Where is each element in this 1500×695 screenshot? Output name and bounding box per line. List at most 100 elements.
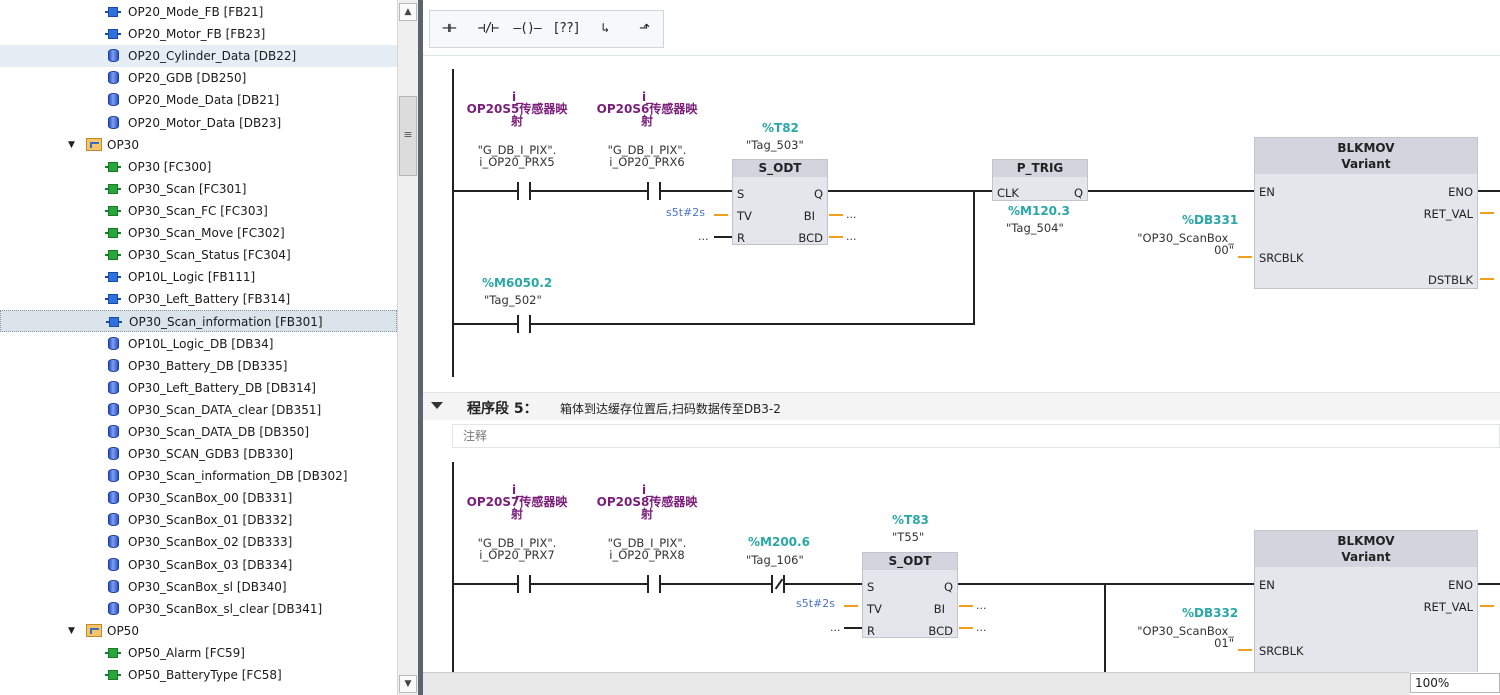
editor-hscrollbar[interactable] bbox=[423, 672, 1410, 695]
tree-item-label: OP30_Scan_DATA_DB [DB350] bbox=[128, 424, 310, 439]
coil-button[interactable]: –()– bbox=[510, 13, 544, 45]
power-rail-5 bbox=[452, 462, 454, 672]
no-contact-button[interactable]: ⊣⊢ bbox=[432, 13, 466, 45]
n5-no-contact-1[interactable] bbox=[505, 575, 543, 593]
n5-nc-contact-3[interactable] bbox=[759, 575, 797, 593]
network-5-title: 程序段 5： bbox=[467, 401, 538, 417]
tree-item[interactable]: OP30_Scan_DATA_clear [DB351] bbox=[0, 399, 397, 421]
network-4: i_ OP20S5传感器映射 "G_DB_I_PIX". i_OP20_PRX5 i… bbox=[452, 57, 1500, 392]
tree-item[interactable]: OP30_Scan_information [FB301] bbox=[0, 310, 397, 333]
network-5-comment[interactable]: 注释 bbox=[452, 424, 1500, 448]
tree-item-label: OP20_Mode_FB [FB21] bbox=[128, 5, 264, 19]
no-contact-2[interactable] bbox=[635, 182, 673, 200]
tree-item[interactable]: OP30_ScanBox_sl_clear [DB341] bbox=[0, 598, 397, 620]
tree-item[interactable]: OP20_Motor_Data [DB23] bbox=[0, 112, 397, 134]
n5-blkmov-block[interactable]: BLKMOV Variant EN ENO RET_VAL SRCBLK bbox=[1254, 530, 1478, 672]
no-contact-1[interactable] bbox=[505, 182, 543, 200]
tree-item[interactable]: OP30_ScanBox_03 [DB334] bbox=[0, 554, 397, 576]
tree-item[interactable]: OP30_Scan [FC301] bbox=[0, 178, 397, 200]
tree-item[interactable]: OP20_GDB [DB250] bbox=[0, 67, 397, 89]
tree-item[interactable]: ▼ OP50 bbox=[0, 620, 397, 642]
tree-item[interactable]: OP30_Scan_information_DB [DB302] bbox=[0, 465, 397, 487]
open-branch-button[interactable]: ↳ bbox=[588, 13, 622, 45]
n5-s-odt-block[interactable]: S_ODT S Q TV BI R BCD bbox=[862, 552, 958, 638]
n5-contact-2-symbol: i_ OP20S8传感器映射 bbox=[596, 483, 698, 521]
n5-timer-tv-value[interactable]: s5t#2s bbox=[796, 598, 835, 610]
tree-item[interactable]: OP10L_Logic_DB [DB34] bbox=[0, 333, 397, 355]
tree-item[interactable]: OP30_Left_Battery [FB314] bbox=[0, 288, 397, 310]
tree-item-label: OP20_GDB [DB250] bbox=[128, 71, 247, 86]
n5-timer-name: "T55" bbox=[892, 530, 925, 544]
favorites-group: ⊣⊢ ⊣/⊢ –()– [??] ↳ ⬏ bbox=[429, 10, 664, 48]
s-odt-block[interactable]: S_ODT S Q TV BI R BCD bbox=[732, 159, 828, 245]
tree-item[interactable]: OP50_BatteryType [FC58] bbox=[0, 664, 397, 686]
tree-item[interactable]: OP30_Scan_Status [FC304] bbox=[0, 244, 397, 266]
scroll-down-button[interactable]: ▼ bbox=[399, 675, 417, 693]
tree-item-label: OP30_ScanBox_sl_clear [DB341] bbox=[128, 601, 323, 616]
p-trig-tag: %M120.3 bbox=[1008, 204, 1070, 218]
tree-item[interactable]: OP30_Battery_DB [DB335] bbox=[0, 355, 397, 377]
nc-contact-button[interactable]: ⊣/⊢ bbox=[471, 13, 505, 45]
data-block-icon bbox=[108, 491, 119, 505]
data-block-icon bbox=[108, 380, 119, 394]
tree-item[interactable]: OP20_Cylinder_Data [DB22] bbox=[0, 45, 397, 68]
expand-toggle-icon[interactable]: ▼ bbox=[68, 134, 75, 156]
function-icon bbox=[105, 670, 121, 680]
tree-item[interactable]: OP20_Mode_Data [DB21] bbox=[0, 89, 397, 111]
tree-item-label: OP50_Alarm [FC59] bbox=[128, 645, 245, 660]
tree-item-label: OP30_ScanBox_02 [DB333] bbox=[128, 535, 293, 550]
scroll-thumb[interactable]: ≡ bbox=[399, 96, 417, 176]
tree-item[interactable]: OP30_ScanBox_00 [DB331] bbox=[0, 487, 397, 509]
tree-item-label: OP10L_Logic_DB [DB34] bbox=[128, 336, 274, 351]
tree-scrollbar[interactable]: ▲ ≡ ▼ bbox=[397, 0, 418, 695]
tree-item[interactable]: OP30_Scan_DATA_DB [DB350] bbox=[0, 421, 397, 443]
tree-item[interactable]: OP30_ScanBox_02 [DB333] bbox=[0, 531, 397, 553]
contact-3-name: "Tag_502" bbox=[484, 293, 542, 307]
tree-item[interactable]: ▼ OP30 bbox=[0, 134, 397, 156]
n5-no-contact-2[interactable] bbox=[635, 575, 673, 593]
splitter[interactable] bbox=[418, 0, 423, 695]
data-block-icon bbox=[108, 535, 119, 549]
tree-item[interactable]: OP30 [FC300] bbox=[0, 156, 397, 178]
contact-1-address: "G_DB_I_PIX". i_OP20_PRX5 bbox=[477, 143, 557, 169]
function-icon bbox=[105, 205, 121, 216]
expand-toggle-icon[interactable]: ▼ bbox=[68, 620, 75, 642]
tree-item-label: OP30_Left_Battery [FB314] bbox=[128, 292, 291, 307]
scroll-up-button[interactable]: ▲ bbox=[399, 3, 417, 21]
data-block-icon bbox=[108, 579, 119, 593]
network-5-description[interactable]: 箱体到达缓存位置后,扫码数据传至DB3-2 bbox=[560, 400, 781, 417]
n5-contact-1-address: "G_DB_I_PIX". i_OP20_PRX7 bbox=[477, 536, 557, 562]
p-trig-block[interactable]: P_TRIG CLK Q bbox=[992, 159, 1088, 201]
collapse-icon[interactable] bbox=[431, 402, 443, 409]
zoom-field[interactable]: 100% bbox=[1410, 673, 1500, 693]
tree-item-label: OP30_Scan_Status [FC304] bbox=[128, 248, 291, 263]
tree-item[interactable]: OP20_Motor_FB [FB23] bbox=[0, 23, 397, 45]
no-contact-3[interactable] bbox=[505, 315, 543, 333]
data-block-icon bbox=[108, 49, 119, 63]
tree-item[interactable]: OP50_Alarm [FC59] bbox=[0, 642, 397, 664]
tree-item[interactable]: OP30_SCAN_GDB3 [DB330] bbox=[0, 443, 397, 465]
tree-item[interactable]: OP30_ScanBox_01 [DB332] bbox=[0, 509, 397, 531]
data-block-icon bbox=[108, 469, 119, 483]
folder-icon bbox=[86, 623, 102, 637]
tree-item[interactable]: OP30_ScanBox_sl [DB340] bbox=[0, 576, 397, 598]
tree-item-label: OP30 [FC300] bbox=[128, 159, 212, 174]
tree-item-label: OP20_Motor_Data [DB23] bbox=[128, 115, 282, 130]
close-branch-button[interactable]: ⬏ bbox=[627, 13, 661, 45]
p-trig-name: "Tag_504" bbox=[1006, 221, 1064, 235]
data-block-icon bbox=[108, 358, 119, 372]
n5-contact-1-symbol: i_ OP20S7传感器映射 bbox=[466, 483, 568, 521]
tree-item-label: OP30_Scan_Move [FC302] bbox=[128, 226, 285, 240]
tree-item[interactable]: OP30_Scan_FC [FC303] bbox=[0, 200, 397, 222]
network-5-header[interactable]: 程序段 5： 箱体到达缓存位置后,扫码数据传至DB3-2 bbox=[423, 392, 1500, 420]
empty-box-button[interactable]: [??] bbox=[549, 13, 583, 45]
blkmov-block[interactable]: BLKMOV Variant EN ENO RET_VAL SRCBLK DSTB… bbox=[1254, 137, 1478, 289]
tree-item[interactable]: OP10L_Logic [FB111] bbox=[0, 266, 397, 288]
timer-name: "Tag_503" bbox=[746, 138, 804, 152]
tree-item[interactable]: OP30_Left_Battery_DB [DB314] bbox=[0, 377, 397, 399]
tree-item-label: OP30_Scan_DATA_clear [DB351] bbox=[128, 402, 322, 417]
data-block-icon bbox=[108, 402, 119, 416]
tree-item[interactable]: OP30_Scan_Move [FC302] bbox=[0, 222, 397, 244]
timer-tv-value[interactable]: s5t#2s bbox=[666, 207, 705, 219]
tree-item[interactable]: OP20_Mode_FB [FB21] bbox=[0, 1, 397, 23]
